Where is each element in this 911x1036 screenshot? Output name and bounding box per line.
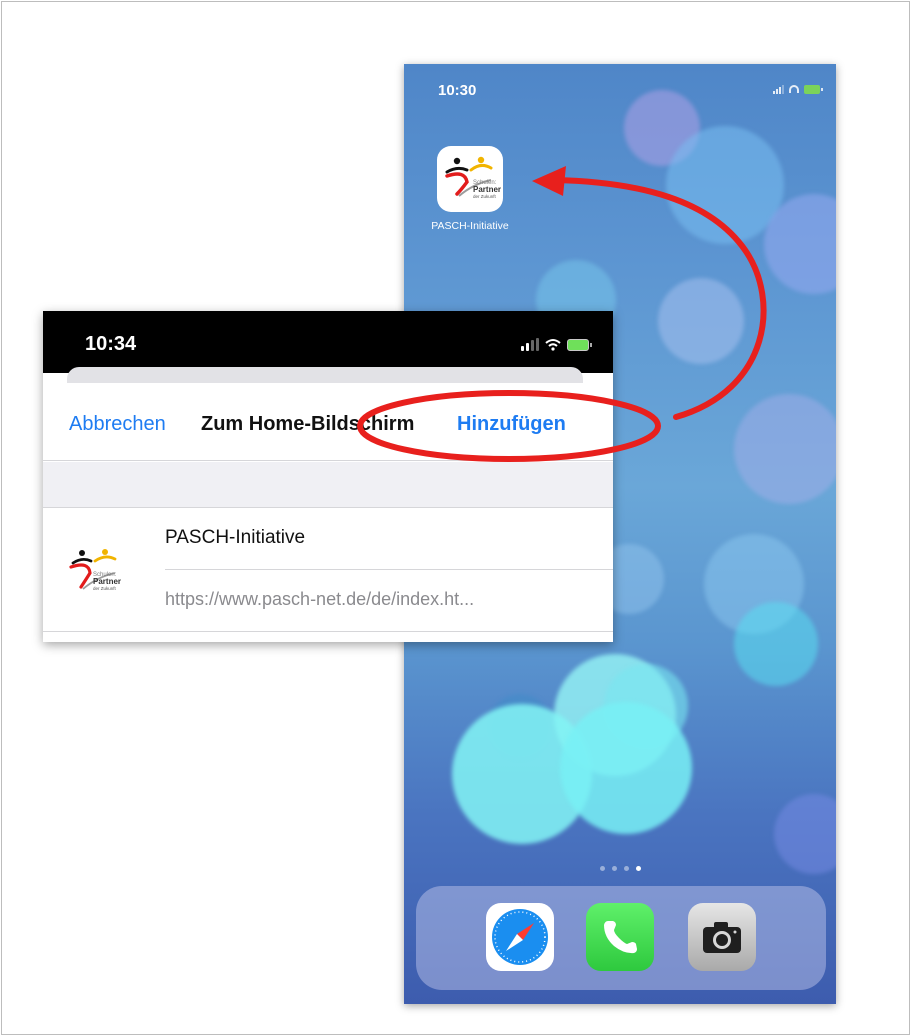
safari-app[interactable]	[486, 903, 554, 971]
page-dot	[599, 866, 605, 871]
status-bar-indicators	[521, 338, 592, 351]
bookmark-row: Schulen: Partner der Zukunft PASCH-Initi…	[43, 509, 613, 631]
logo-text: der Zukunft	[93, 586, 117, 591]
page-dot	[611, 866, 617, 871]
wallpaper-bokeh	[658, 278, 744, 364]
safari-icon	[492, 909, 548, 965]
logo-text: Partner	[473, 185, 501, 194]
sheet-card: Abbrechen Zum Home-Bildschirm Hinzufügen…	[43, 383, 613, 642]
status-bar: 10:34	[43, 311, 613, 373]
page-dot-active	[635, 866, 641, 871]
camera-icon	[703, 922, 741, 953]
battery-icon	[567, 338, 592, 351]
wallpaper-bokeh	[734, 394, 836, 504]
wifi-icon	[789, 85, 799, 93]
dock	[416, 886, 826, 990]
battery-icon	[804, 84, 823, 94]
section-spacer	[43, 462, 613, 508]
divider	[165, 569, 613, 570]
add-to-home-sheet: 10:34 Abbrechen Zum Home-Bildschirm Hinz…	[43, 311, 613, 642]
signal-icon	[773, 84, 784, 94]
status-bar-time: 10:30	[438, 82, 477, 99]
phone-app[interactable]	[586, 903, 654, 971]
camera-app[interactable]	[688, 903, 756, 971]
pasch-logo-icon: Schulen: Partner der Zukunft	[69, 549, 121, 591]
signal-icon	[521, 338, 539, 351]
sheet-header: Abbrechen Zum Home-Bildschirm Hinzufügen	[43, 383, 613, 461]
phone-icon	[604, 921, 637, 954]
wallpaper-bokeh	[774, 794, 836, 874]
pasch-app-icon[interactable]: Schulen: Partner der Zukunft	[437, 146, 503, 212]
logo-text: der Zukunft	[473, 194, 497, 199]
page-dot	[623, 866, 629, 871]
pasch-logo-icon: Schulen: Partner der Zukunft	[445, 156, 501, 199]
status-bar-time: 10:34	[85, 333, 137, 355]
status-bar-indicators	[773, 84, 823, 94]
cancel-button[interactable]: Abbrechen	[69, 413, 166, 436]
page-indicator[interactable]	[404, 866, 836, 871]
bookmark-thumbnail: Schulen: Partner der Zukunft	[65, 543, 123, 603]
wifi-icon	[545, 339, 561, 351]
logo-text: Partner	[93, 577, 121, 586]
add-button[interactable]: Hinzufügen	[457, 413, 566, 436]
divider	[43, 631, 613, 632]
app-icon-label: PASCH-Initiative	[431, 220, 509, 232]
sheet-title: Zum Home-Bildschirm	[201, 413, 415, 435]
wallpaper-bokeh	[734, 602, 818, 686]
bookmark-url: https://www.pasch-net.de/de/index.ht...	[165, 589, 475, 609]
wallpaper-bokeh	[560, 702, 692, 834]
bookmark-name-field[interactable]: PASCH-Initiative	[165, 527, 305, 549]
